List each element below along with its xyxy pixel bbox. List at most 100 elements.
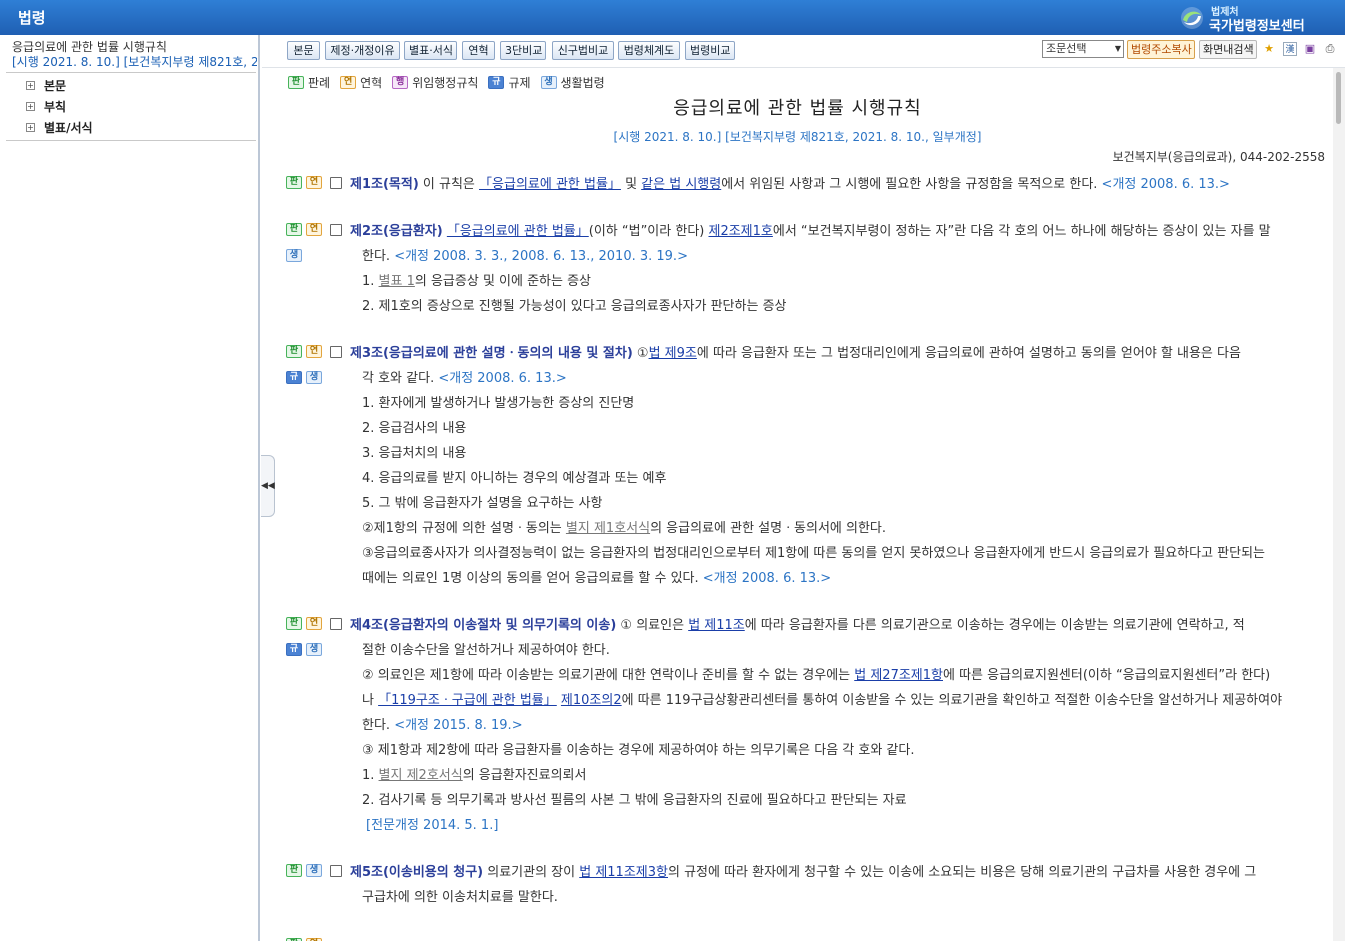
legend-label: 위임행정규칙: [412, 76, 479, 90]
revision-note[interactable]: <개정 2008. 6. 13.>: [1102, 177, 1230, 192]
article-link[interactable]: 법 제27조제1항: [854, 668, 943, 683]
article-body: 제1조(목적) 이 규칙은 「응급의료에 관한 법률」 및 같은 법 시행령에서…: [350, 172, 1333, 197]
article-text: ① 의료인은: [616, 618, 689, 633]
law-content: 판 판례 연 연혁 행 위임행정규칙 규 규제 생 생활법령 응급의료에 관한 법률 시행…: [262, 68, 1333, 941]
org-logo[interactable]: 법제처 국가법령정보센터: [1179, 3, 1319, 34]
decree-link[interactable]: 같은 법 시행령: [641, 177, 721, 192]
article-text: ①: [632, 346, 649, 361]
doc-department: 보건복지부(응급의료과), 044-202-2558: [1112, 150, 1325, 164]
paragraph-text: ③ 제1항과 제2항에 따라 응급환자를 이송하는 경우에 제공하여야 하는 의…: [362, 743, 915, 758]
legend-label: 판례: [308, 76, 331, 90]
article-checkbox[interactable]: [330, 865, 342, 877]
history-badge-icon[interactable]: 연: [306, 345, 322, 358]
precedent-badge-icon: 판: [288, 76, 304, 89]
old-new-compare-button[interactable]: 신구법비교: [552, 41, 614, 60]
item-text: 의 응급증상 및 이에 준하는 증상: [414, 274, 592, 289]
expand-plus-icon[interactable]: +: [26, 81, 35, 90]
revision-note[interactable]: <개정 2008. 6. 13.>: [438, 371, 566, 386]
precedent-badge-icon[interactable]: 판: [286, 864, 302, 877]
legend-precedent: 판 판례: [288, 74, 330, 91]
paragraph-text: 한다.: [362, 718, 395, 733]
scrollbar-thumb[interactable]: [1336, 72, 1341, 124]
article-body: 제3조(응급의료에 관한 설명ㆍ동의의 내용 및 절차) ①법 제9조에 따라 …: [350, 341, 1333, 591]
history-badge-icon[interactable]: 연: [306, 223, 322, 236]
hanja-icon[interactable]: 漢: [1283, 42, 1297, 56]
article-body: 제5조(이송비용의 청구) 의료기관의 장이 법 제11조제3항의 규정에 따라…: [350, 860, 1333, 910]
law-link[interactable]: 「응급의료에 관한 법률」: [479, 177, 621, 192]
doc-enforcement-info[interactable]: [시행 2021. 8. 10.] [보건복지부령 제821호, 2021. 8…: [262, 128, 1333, 145]
precedent-badge-icon[interactable]: 판: [286, 617, 302, 630]
history-badge-icon[interactable]: 연: [306, 617, 322, 630]
regulation-badge-icon[interactable]: 규: [286, 643, 302, 656]
vertical-scrollbar[interactable]: [1333, 68, 1345, 941]
article-select-value: 조문선택: [1046, 42, 1087, 55]
living-law-badge-icon[interactable]: 생: [306, 643, 322, 656]
print-icon[interactable]: ⎙: [1323, 42, 1337, 56]
article-checkbox[interactable]: [330, 618, 342, 630]
list-item: 5. 그 밖에 응급환자가 설명을 요구하는 사항: [362, 496, 603, 511]
tree-item-tables-forms[interactable]: + 별표/서식: [26, 119, 93, 136]
article-link[interactable]: 법 제11조제3항: [579, 865, 668, 880]
precedent-badge-icon[interactable]: 판: [286, 176, 302, 189]
toolbar: 본문 제정·개정이유 별표·서식 연혁 3단비교 신구법비교 법령체계도 법령비…: [262, 35, 1345, 68]
copy-url-button[interactable]: 법령주소복사: [1127, 40, 1195, 59]
living-law-badge-icon[interactable]: 생: [286, 249, 302, 262]
tab-body-button[interactable]: 본문: [287, 41, 320, 60]
paragraph-text: 의 응급의료에 관한 설명ㆍ동의서에 의한다.: [650, 521, 887, 536]
full-revision-note[interactable]: [전문개정 2014. 5. 1.]: [366, 818, 498, 833]
article-text: 및: [620, 177, 642, 192]
star-add-icon[interactable]: ★: [1262, 42, 1276, 56]
article-badges: 판연 규생: [286, 345, 326, 397]
paragraph-text: 나: [362, 693, 379, 708]
article-1: 판연 제1조(목적) 이 규칙은 「응급의료에 관한 법률」 및 같은 법 시행…: [286, 172, 1333, 202]
header-bar: 법령 법제처 국가법령정보센터: [0, 0, 1345, 35]
article-checkbox[interactable]: [330, 177, 342, 189]
legend-regulation: 규 규제: [488, 74, 531, 91]
revision-note[interactable]: <개정 2008. 6. 13.>: [703, 571, 831, 586]
precedent-badge-icon[interactable]: 판: [286, 223, 302, 236]
three-way-compare-button[interactable]: 3단비교: [500, 41, 546, 60]
law-link[interactable]: 「응급의료에 관한 법률」: [447, 224, 589, 239]
tables-forms-button[interactable]: 별표·서식: [404, 41, 457, 60]
expand-plus-icon[interactable]: +: [26, 102, 35, 111]
revision-note[interactable]: <개정 2015. 8. 19.>: [394, 718, 522, 733]
article-badges: 판연: [286, 176, 326, 202]
article-5: 판생 제5조(이송비용의 청구) 의료기관의 장이 법 제11조제3항의 규정에…: [286, 860, 1333, 920]
law-compare-button[interactable]: 법령비교: [685, 41, 735, 60]
tree-item-body[interactable]: + 본문: [26, 77, 66, 94]
revision-reason-button[interactable]: 제정·개정이유: [325, 41, 400, 60]
article-link[interactable]: 법 제11조: [688, 618, 745, 633]
expand-plus-icon[interactable]: +: [26, 123, 35, 132]
legend-living-law: 생 생활법령: [540, 74, 605, 91]
article-text: (이하 “법”이라 한다): [588, 224, 709, 239]
tree-item-addenda[interactable]: + 부칙: [26, 98, 66, 115]
living-law-badge-icon[interactable]: 생: [306, 371, 322, 384]
article-link[interactable]: 법 제9조: [649, 346, 697, 361]
article-checkbox[interactable]: [330, 224, 342, 236]
article-checkbox[interactable]: [330, 346, 342, 358]
article-heading: 제4조(응급환자의 이송절차 및 의무기록의 이송): [350, 618, 617, 633]
article-link[interactable]: 제10조의2: [561, 693, 622, 708]
paragraph-text: ②제1항의 규정에 의한 설명ㆍ동의는: [362, 521, 566, 536]
tree-item-label: 별표/서식: [44, 121, 93, 135]
save-icon[interactable]: ▣: [1303, 42, 1317, 56]
regulation-badge-icon[interactable]: 규: [286, 371, 302, 384]
law-hierarchy-button[interactable]: 법령체계도: [618, 41, 680, 60]
article-text: 에 따라 응급환자 또는 그 법정대리인에게 응급의료에 관하여 설명하고 동의…: [696, 346, 1241, 361]
left-pane: 응급의료에 관한 법률 시행규칙 [시행 2021. 8. 10.] [보건복지…: [0, 35, 260, 941]
article-link[interactable]: 제2조제1호: [708, 224, 772, 239]
article-select[interactable]: 조문선택 ▼: [1042, 40, 1124, 58]
living-law-badge-icon[interactable]: 생: [306, 864, 322, 877]
item-text: 1.: [362, 768, 379, 783]
paragraph-text: 에 따른 응급의료지원센터(이하 “응급의료지원센터”라 한다): [943, 668, 1271, 683]
form-link[interactable]: 별지 제1호서식: [566, 521, 650, 536]
law-link[interactable]: 「119구조ㆍ구급에 관한 법률」: [378, 693, 557, 708]
revision-note[interactable]: <개정 2008. 3. 3., 2008. 6. 13., 2010. 3. …: [394, 249, 688, 264]
precedent-badge-icon[interactable]: 판: [286, 345, 302, 358]
article-body: 제4조(응급환자의 이송절차 및 의무기록의 이송) ① 의료인은 법 제11조…: [350, 613, 1333, 838]
search-in-page-button[interactable]: 화면내검색: [1199, 40, 1257, 59]
history-button[interactable]: 연혁: [462, 41, 495, 60]
history-badge-icon[interactable]: 연: [306, 176, 322, 189]
form-link[interactable]: 별지 제2호서식: [379, 768, 463, 783]
table-link[interactable]: 별표 1: [379, 274, 415, 289]
